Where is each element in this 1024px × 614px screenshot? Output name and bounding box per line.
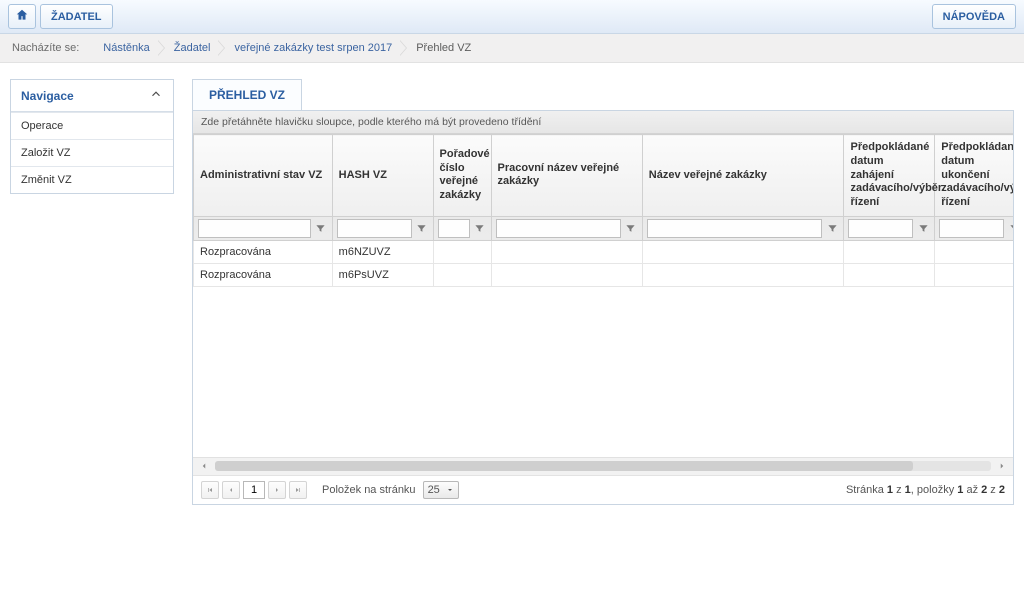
pager-prev-button[interactable] [222,481,240,499]
grid-empty-space [193,287,1013,457]
filter-admin-stav[interactable] [198,219,311,238]
col-poradove-cislo[interactable]: Pořadové číslo veřejné zakázky [433,135,491,217]
breadcrumb: Nacházíte se: Nástěnka Žadatel veřejné z… [0,34,1024,63]
pager-perpage-value: 25 [428,484,440,496]
filter-icon[interactable] [1007,221,1013,235]
top-toolbar: ŽADATEL NÁPOVĚDA [0,0,1024,34]
nav-item-operace[interactable]: Operace [11,112,173,139]
header-row: Administrativní stav VZ HASH VZ Pořadové… [194,135,1014,217]
breadcrumb-item-project[interactable]: veřejné zakázky test srpen 2017 [224,42,406,54]
table-row[interactable]: Rozpracována m6PsUVZ [194,263,1014,286]
breadcrumb-item-current: Přehled VZ [406,42,485,54]
cell-hash: m6PsUVZ [332,263,433,286]
tab-strip: PŘEHLED VZ [192,79,1014,110]
pager-perpage-label: Položek na stránku [322,484,416,496]
horizontal-scrollbar[interactable] [193,457,1013,475]
home-icon [15,8,29,25]
filter-icon[interactable] [473,221,487,235]
filter-pracovni-nazev[interactable] [496,219,621,238]
cell-admin-stav: Rozpracována [194,263,333,286]
pager-status: Stránka 1 z 1, položky 1 až 2 z 2 [846,484,1005,496]
scroll-track[interactable] [215,461,991,471]
scroll-left-icon[interactable] [197,459,211,473]
scroll-thumb[interactable] [215,461,913,471]
sidebar: Navigace Operace Založit VZ Změnit VZ [10,79,174,607]
cell-admin-stav: Rozpracována [194,240,333,263]
col-datum-ukonceni[interactable]: Předpokládané datum ukončení zadávacího/… [935,135,1013,217]
nav-item-zalozit-vz[interactable]: Založit VZ [11,139,173,166]
breadcrumb-item-applicant[interactable]: Žadatel [164,42,225,54]
main-wrap: Navigace Operace Založit VZ Změnit VZ PŘ… [0,63,1024,607]
pager: Položek na stránku 25 Stránka 1 z 1, pol… [193,475,1013,504]
group-by-bar[interactable]: Zde přetáhněte hlavičku sloupce, podle k… [193,111,1013,134]
filter-poradove[interactable] [438,219,470,238]
applicant-button[interactable]: ŽADATEL [40,4,113,29]
pager-next-button[interactable] [268,481,286,499]
pager-last-button[interactable] [289,481,307,499]
chevron-down-icon [446,486,454,494]
filter-row [194,216,1014,240]
grid: Administrativní stav VZ HASH VZ Pořadové… [193,134,1013,287]
filter-icon[interactable] [415,221,429,235]
filter-icon[interactable] [916,221,930,235]
col-datum-zahajeni[interactable]: Předpokládané datum zahájení zadávacího/… [844,135,935,217]
breadcrumb-item-dashboard[interactable]: Nástěnka [93,42,163,54]
filter-ukonceni[interactable] [939,219,1004,238]
filter-icon[interactable] [624,221,638,235]
col-admin-stav[interactable]: Administrativní stav VZ [194,135,333,217]
pager-first-button[interactable] [201,481,219,499]
scroll-right-icon[interactable] [995,459,1009,473]
tab-prehled-vz[interactable]: PŘEHLED VZ [192,79,302,110]
table-row[interactable]: Rozpracována m6NZUVZ [194,240,1014,263]
col-nazev[interactable]: Název veřejné zakázky [642,135,844,217]
grid-wrap: Administrativní stav VZ HASH VZ Pořadové… [193,134,1013,287]
home-button[interactable] [8,4,36,29]
filter-hash[interactable] [337,219,412,238]
nav-title: Navigace [21,89,74,103]
chevron-up-icon [149,87,163,104]
filter-icon[interactable] [825,221,839,235]
nav-item-zmenit-vz[interactable]: Změnit VZ [11,166,173,193]
nav-card: Navigace Operace Založit VZ Změnit VZ [10,79,174,194]
pager-page-input[interactable] [243,481,265,499]
panel: Zde přetáhněte hlavičku sloupce, podle k… [192,110,1014,505]
content: PŘEHLED VZ Zde přetáhněte hlavičku sloup… [192,79,1014,607]
col-pracovni-nazev[interactable]: Pracovní název veřejné zakázky [491,135,642,217]
filter-zahajeni[interactable] [848,219,913,238]
breadcrumb-label: Nacházíte se: [12,42,79,54]
filter-icon[interactable] [314,221,328,235]
filter-nazev[interactable] [647,219,823,238]
col-hash[interactable]: HASH VZ [332,135,433,217]
pager-perpage-select[interactable]: 25 [423,481,459,499]
nav-header[interactable]: Navigace [11,80,173,112]
help-button[interactable]: NÁPOVĚDA [932,4,1016,29]
cell-hash: m6NZUVZ [332,240,433,263]
